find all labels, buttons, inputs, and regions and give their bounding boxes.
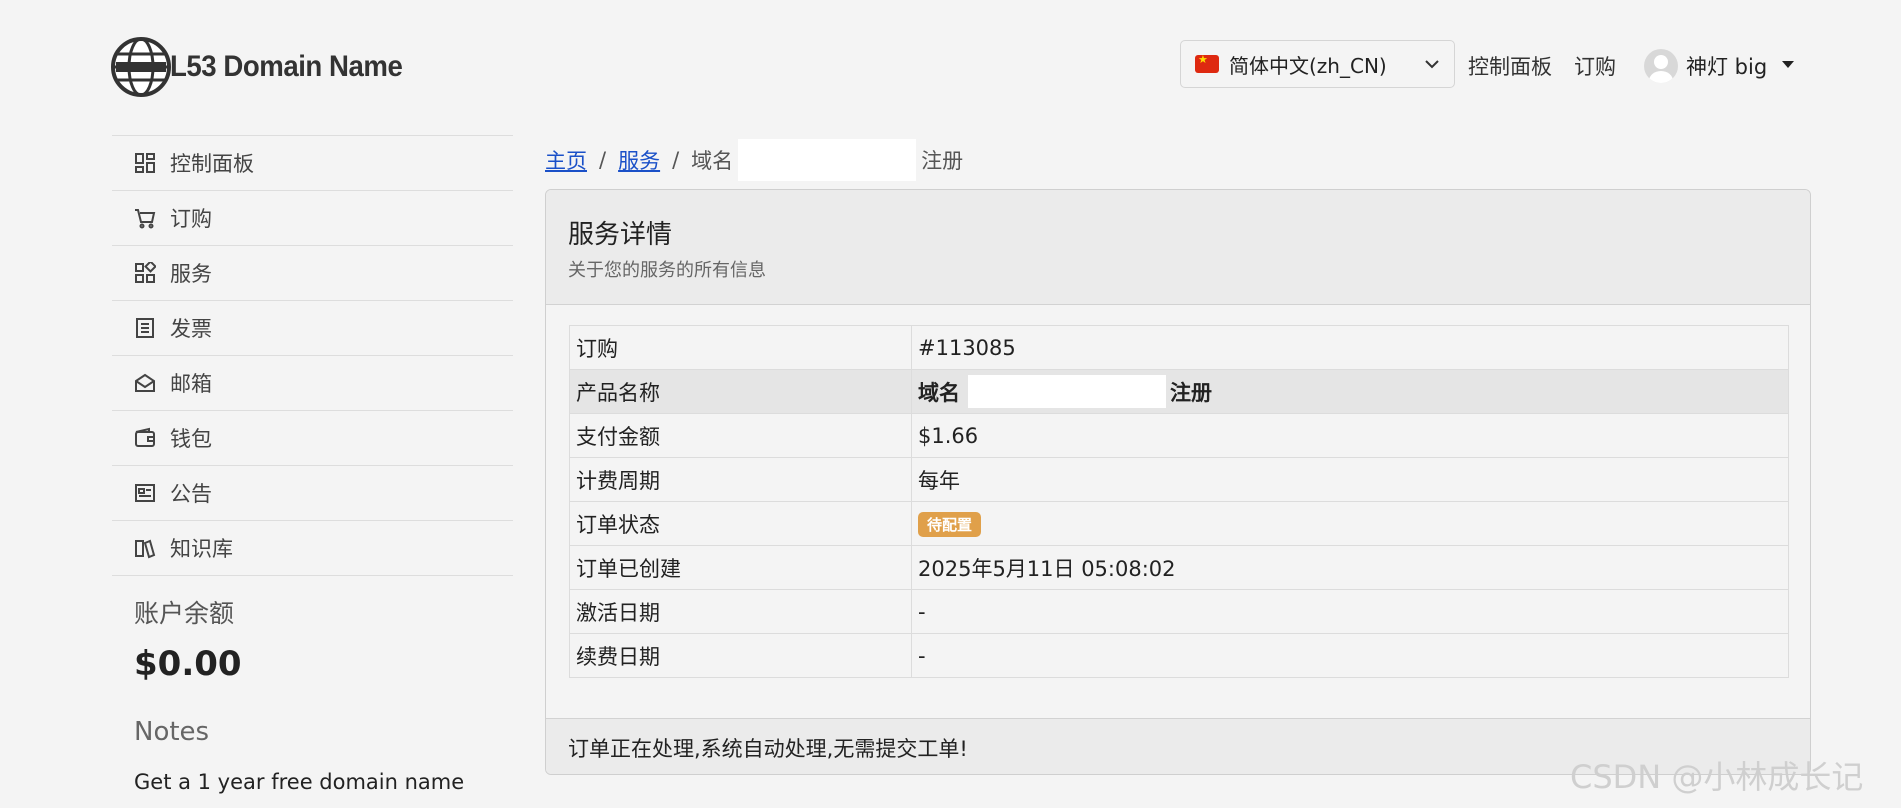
watermark: CSDN @小林成长记 — [1570, 758, 1864, 796]
globe-logo-icon — [111, 37, 171, 97]
row-key: 订单已创建 — [569, 545, 912, 590]
sidebar-item-label: 公告 — [170, 482, 212, 506]
details-table: 订购 #113085 产品名称 域名 注册 支付金额 $1.66 计费周期 每年… — [569, 325, 1789, 678]
china-flag-icon — [1195, 53, 1219, 73]
row-value: 域名 注册 — [911, 369, 1789, 414]
row-value: $1.66 — [911, 413, 1789, 458]
cart-icon — [135, 209, 156, 229]
row-value: 2025年5月11日 05:08:02 — [911, 545, 1789, 590]
brand-name: L53 Domain Name — [170, 50, 403, 83]
sidebar: 控制面板 订购 服务 发票 邮箱 钱包 公告 知识库 — [112, 135, 513, 576]
caret-down-icon[interactable] — [1782, 61, 1794, 68]
brand-logo[interactable]: L53 Domain Name — [110, 36, 423, 98]
row-key: 激活日期 — [569, 589, 912, 634]
table-row: 订单已创建 2025年5月11日 05:08:02 — [569, 545, 1789, 590]
card-title: 服务详情 — [568, 220, 673, 250]
invoice-icon — [136, 318, 154, 338]
row-key: 支付金额 — [569, 413, 912, 458]
sidebar-item-label: 服务 — [170, 262, 212, 286]
redaction-box — [738, 139, 917, 181]
table-row: 产品名称 域名 注册 — [569, 369, 1789, 414]
card-header: 服务详情 关于您的服务的所有信息 — [546, 190, 1810, 305]
announcement-icon — [135, 484, 155, 502]
breadcrumb-home-link[interactable]: 主页 — [545, 145, 587, 175]
sidebar-item-label: 发票 — [170, 317, 212, 341]
row-key: 产品名称 — [569, 369, 912, 414]
row-key: 订购 — [569, 325, 912, 370]
row-key: 续费日期 — [569, 633, 912, 678]
avatar[interactable] — [1644, 49, 1678, 83]
row-value: - — [911, 589, 1789, 634]
nav-order-link[interactable]: 订购 — [1574, 51, 1616, 81]
redaction-box — [968, 375, 1166, 408]
table-row: 支付金额 $1.66 — [569, 413, 1789, 458]
user-menu[interactable]: 神灯 big — [1686, 51, 1767, 81]
table-row: 订单状态 待配置 — [569, 501, 1789, 546]
language-select[interactable]: 简体中文(zh_CN) — [1180, 40, 1455, 88]
sidebar-item-order[interactable]: 订购 — [112, 191, 513, 246]
table-row: 订购 #113085 — [569, 325, 1789, 370]
status-badge: 待配置 — [918, 511, 982, 537]
language-label: 简体中文(zh_CN) — [1229, 53, 1387, 78]
sidebar-item-invoices[interactable]: 发票 — [112, 301, 513, 356]
sidebar-item-label: 钱包 — [170, 427, 212, 451]
mail-icon — [135, 373, 155, 392]
breadcrumb-separator: / — [599, 148, 607, 172]
services-icon — [135, 262, 156, 283]
row-value: #113085 — [911, 325, 1789, 370]
breadcrumb: 主页 / 服务 / 域名 注册 — [545, 139, 963, 181]
balance-title: 账户余额 — [134, 599, 235, 628]
breadcrumb-current-prefix: 域名 — [691, 149, 734, 173]
notes-title: Notes — [134, 717, 210, 747]
breadcrumb-services-link[interactable]: 服务 — [618, 145, 660, 175]
breadcrumb-current-suffix: 注册 — [921, 149, 964, 173]
balance-value: $0.00 — [134, 644, 242, 684]
card-subtitle: 关于您的服务的所有信息 — [568, 260, 766, 281]
service-details-card: 服务详情 关于您的服务的所有信息 订购 #113085 产品名称 域名 注册 支… — [545, 189, 1811, 775]
row-value: - — [911, 633, 1789, 678]
sidebar-item-knowledgebase[interactable]: 知识库 — [112, 521, 513, 576]
sidebar-item-label: 控制面板 — [170, 152, 254, 176]
sidebar-item-mail[interactable]: 邮箱 — [112, 356, 513, 411]
sidebar-item-services[interactable]: 服务 — [112, 246, 513, 301]
product-name-suffix: 注册 — [1170, 380, 1212, 405]
dashboard-icon — [135, 153, 155, 173]
sidebar-item-label: 订购 — [170, 207, 212, 231]
product-name-prefix: 域名 — [918, 380, 960, 405]
sidebar-item-wallet[interactable]: 钱包 — [112, 411, 513, 466]
row-key: 计费周期 — [569, 457, 912, 502]
sidebar-item-announcements[interactable]: 公告 — [112, 466, 513, 521]
table-row: 计费周期 每年 — [569, 457, 1789, 502]
row-key: 订单状态 — [569, 501, 912, 546]
footer-message: 订单正在处理,系统自动处理,无需提交工单! — [568, 737, 968, 761]
sidebar-item-label: 邮箱 — [170, 372, 212, 396]
nav-dashboard-link[interactable]: 控制面板 — [1468, 51, 1552, 81]
table-row: 续费日期 - — [569, 633, 1789, 678]
sidebar-item-dashboard[interactable]: 控制面板 — [112, 136, 513, 191]
row-value: 待配置 — [911, 501, 1789, 546]
breadcrumb-separator: / — [672, 148, 680, 172]
knowledge-base-icon — [135, 539, 156, 559]
chevron-down-icon — [1425, 60, 1439, 69]
wallet-icon — [135, 427, 155, 447]
sidebar-item-label: 知识库 — [170, 537, 233, 561]
row-value: 每年 — [911, 457, 1789, 502]
table-row: 激活日期 - — [569, 589, 1789, 634]
notes-text: Get a 1 year free domain name — [134, 770, 465, 794]
